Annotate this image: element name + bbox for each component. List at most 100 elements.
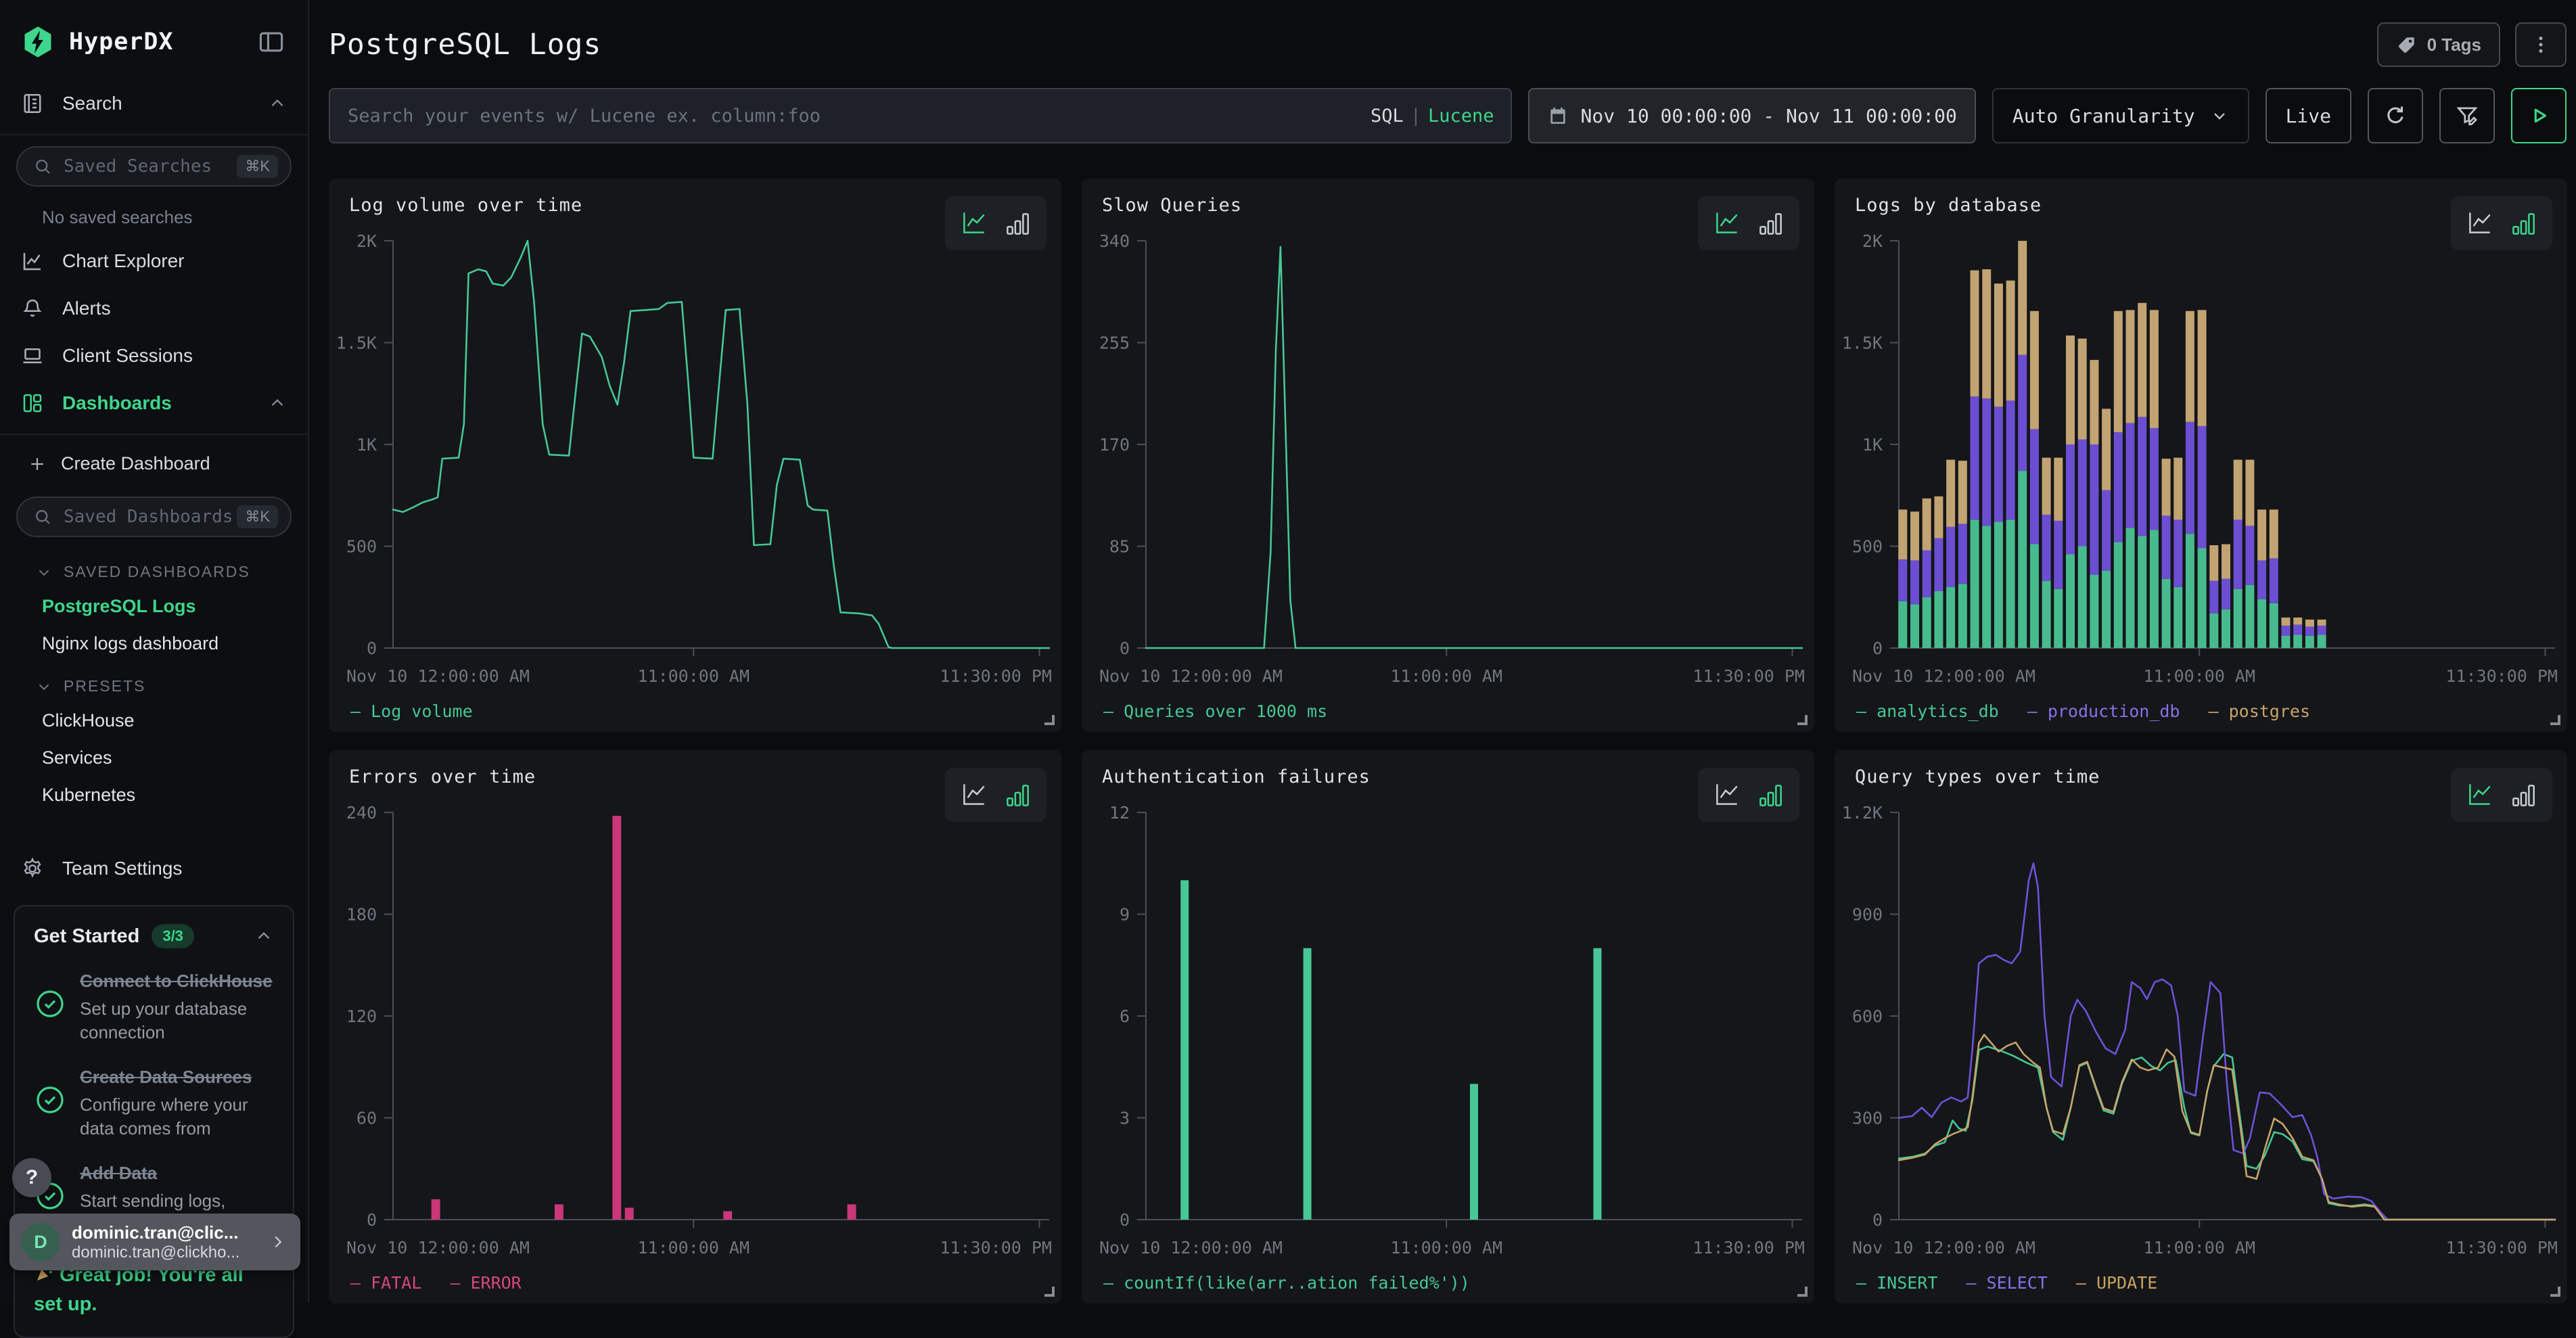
resize-handle[interactable] xyxy=(1044,715,1055,725)
line-view-icon[interactable] xyxy=(2464,207,2496,239)
app-title: HyperDX xyxy=(69,28,256,55)
line-view-icon[interactable] xyxy=(2464,779,2496,811)
page-title: PostgreSQL Logs xyxy=(329,28,601,62)
divider xyxy=(0,134,308,135)
sql-mode-toggle[interactable]: SQL xyxy=(1371,106,1404,126)
tag-icon xyxy=(2396,34,2418,55)
bar-view-icon[interactable] xyxy=(2507,207,2539,239)
get-started-step-connect[interactable]: Connect to ClickHouse Set up your databa… xyxy=(34,970,274,1044)
dashboard-menu-button[interactable] xyxy=(2515,22,2567,67)
saved-searches-input[interactable]: ⌘K xyxy=(16,146,292,187)
line-chart-icon xyxy=(20,249,45,273)
plus-icon xyxy=(27,454,47,474)
chart-view-toggle xyxy=(2451,196,2552,250)
sidebar-item-chart-explorer[interactable]: Chart Explorer xyxy=(0,237,308,285)
preset-item-services[interactable]: Services xyxy=(0,739,308,777)
svg-text:0: 0 xyxy=(1872,1210,1883,1230)
panel-logs-by-database: Logs by database 05001K1.5K2KNov 10 12:0… xyxy=(1835,179,2567,732)
chevron-up-icon[interactable] xyxy=(267,93,288,114)
get-started-step-sources[interactable]: Create Data Sources Configure where your… xyxy=(34,1066,274,1140)
bar-view-icon[interactable] xyxy=(2507,779,2539,811)
legend-item: — postgres xyxy=(2209,701,2311,721)
presets-section-header[interactable]: PRESETS xyxy=(0,662,308,702)
svg-text:11:00:00 AM: 11:00:00 AM xyxy=(1390,666,1502,686)
date-range-picker[interactable]: Nov 10 00:00:00 - Nov 11 00:00:00 xyxy=(1528,88,1976,143)
resize-handle[interactable] xyxy=(1797,1287,1808,1297)
legend-item: — countIf(like(arr..ation failed%')) xyxy=(1103,1273,1470,1293)
chart-plot: 05001K1.5K2KNov 10 12:00:00 AM11:00:00 A… xyxy=(329,179,1061,732)
resize-handle[interactable] xyxy=(1044,1287,1055,1297)
divider xyxy=(0,434,308,435)
preset-item-kubernetes[interactable]: Kubernetes xyxy=(0,777,308,814)
chart-legend: — INSERT— SELECT— UPDATE xyxy=(1856,1273,2157,1293)
shortcut-badge: ⌘K xyxy=(237,505,278,528)
svg-text:11:30:00 PM: 11:30:00 PM xyxy=(2445,1238,2558,1258)
bar-view-icon[interactable] xyxy=(1001,207,1034,239)
svg-text:11:00:00 AM: 11:00:00 AM xyxy=(1390,1238,1502,1258)
chart-plot: 085170255340Nov 10 12:00:00 AM11:00:00 A… xyxy=(1082,179,1814,732)
svg-text:0: 0 xyxy=(1120,639,1130,658)
kebab-menu-icon xyxy=(2530,34,2552,55)
svg-text:11:00:00 AM: 11:00:00 AM xyxy=(637,666,750,686)
panel-slow-queries: Slow Queries 085170255340Nov 10 12:00:00… xyxy=(1082,179,1814,732)
svg-text:11:30:00 PM: 11:30:00 PM xyxy=(1693,1238,1805,1258)
resize-handle[interactable] xyxy=(1797,715,1808,725)
saved-dashboards-input[interactable]: ⌘K xyxy=(16,497,292,537)
dashboard-item-nginx-logs[interactable]: Nginx logs dashboard xyxy=(0,625,308,662)
svg-text:500: 500 xyxy=(346,537,377,557)
bar-view-icon[interactable] xyxy=(1001,779,1034,811)
avatar: D xyxy=(22,1223,60,1261)
dashboard-item-postgresql-logs[interactable]: PostgreSQL Logs xyxy=(0,588,308,625)
run-query-button[interactable] xyxy=(2511,88,2567,143)
event-search-box[interactable]: SQL|Lucene xyxy=(329,88,1512,143)
bar-view-icon[interactable] xyxy=(1754,207,1787,239)
collapse-sidebar-icon[interactable] xyxy=(256,27,286,57)
user-menu[interactable]: D dominic.tran@clic... dominic.tran@clic… xyxy=(9,1214,300,1270)
refresh-button[interactable] xyxy=(2368,88,2423,143)
get-started-progress-badge: 3/3 xyxy=(152,924,194,948)
tags-button[interactable]: 0 Tags xyxy=(2377,22,2500,67)
line-view-icon[interactable] xyxy=(958,779,990,811)
event-search-input[interactable] xyxy=(346,105,1371,127)
chevron-up-icon[interactable] xyxy=(254,926,274,946)
line-view-icon[interactable] xyxy=(1711,779,1743,811)
gear-icon xyxy=(20,856,45,881)
line-view-icon[interactable] xyxy=(1711,207,1743,239)
svg-text:120: 120 xyxy=(346,1007,377,1026)
saved-dashboards-field[interactable] xyxy=(62,506,237,528)
create-dashboard-button[interactable]: Create Dashboard xyxy=(0,442,308,486)
legend-item: — UPDATE xyxy=(2076,1273,2157,1293)
sidebar-item-dashboards[interactable]: Dashboards xyxy=(0,379,308,427)
sidebar-item-team-settings[interactable]: Team Settings xyxy=(0,845,308,892)
lucene-mode-toggle[interactable]: Lucene xyxy=(1428,106,1494,126)
legend-item: — production_db xyxy=(2027,701,2180,721)
svg-text:11:00:00 AM: 11:00:00 AM xyxy=(2143,1238,2255,1258)
svg-text:1.5K: 1.5K xyxy=(1842,333,1883,353)
sidebar-item-client-sessions[interactable]: Client Sessions xyxy=(0,332,308,379)
laptop-icon xyxy=(20,344,45,368)
saved-searches-field[interactable] xyxy=(62,156,237,177)
saved-dashboards-section-header[interactable]: SAVED DASHBOARDS xyxy=(0,548,308,588)
search-notebook-icon xyxy=(20,91,45,116)
granularity-select[interactable]: Auto Granularity xyxy=(1992,88,2249,143)
sidebar-item-alerts[interactable]: Alerts xyxy=(0,285,308,332)
help-button[interactable]: ? xyxy=(12,1158,51,1197)
svg-text:0: 0 xyxy=(1120,1210,1130,1230)
svg-text:500: 500 xyxy=(1852,537,1883,557)
resize-handle[interactable] xyxy=(2550,1287,2560,1297)
sidebar-item-search[interactable]: Search xyxy=(0,80,308,127)
bar-view-icon[interactable] xyxy=(1754,779,1787,811)
svg-text:170: 170 xyxy=(1099,435,1130,455)
svg-text:340: 340 xyxy=(1099,231,1130,251)
live-button[interactable]: Live xyxy=(2266,88,2351,143)
filter-button[interactable] xyxy=(2439,88,2495,143)
date-range-value: Nov 10 00:00:00 - Nov 11 00:00:00 xyxy=(1581,105,1957,127)
preset-item-clickhouse[interactable]: ClickHouse xyxy=(0,702,308,739)
line-view-icon[interactable] xyxy=(958,207,990,239)
chevron-up-icon[interactable] xyxy=(267,393,288,413)
refresh-icon xyxy=(2383,103,2408,129)
svg-text:1.2K: 1.2K xyxy=(1842,803,1883,823)
user-email: dominic.tran@clickho... xyxy=(72,1243,268,1262)
resize-handle[interactable] xyxy=(2550,715,2560,725)
svg-text:11:00:00 AM: 11:00:00 AM xyxy=(637,1238,750,1258)
